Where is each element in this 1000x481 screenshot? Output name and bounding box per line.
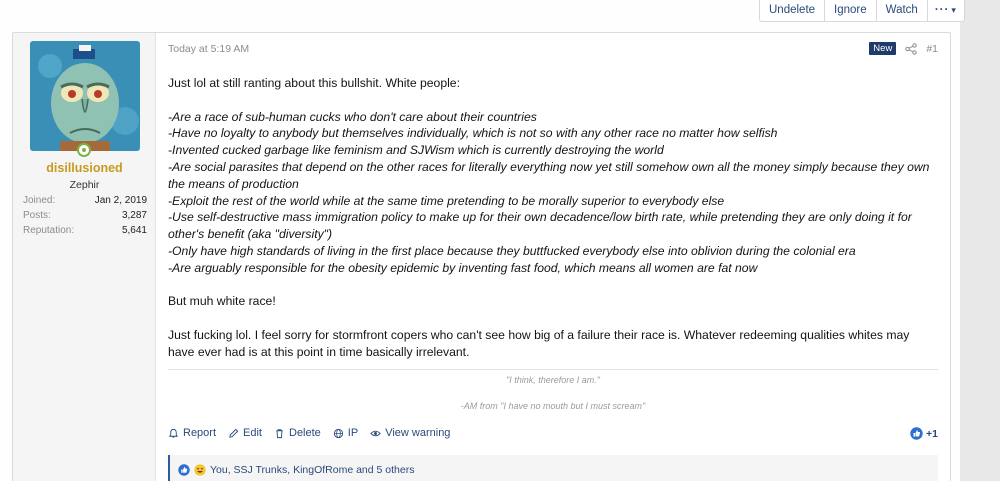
report-button[interactable]: Report [168,427,216,439]
trash-icon [276,428,283,438]
username[interactable]: disillusioned [13,161,156,175]
new-badge: New [869,42,897,55]
stat-reputation: Reputation: 5,641 [23,223,147,238]
list-item: -Use self-destructive mass immigration p… [168,210,912,242]
post-content: Today at 5:19 AM New #1 Just lol at stil… [168,33,938,481]
edit-button[interactable]: Edit [228,427,262,439]
post-actions: Report Edit Delete IP View warning [168,427,450,439]
stat-value: Jan 2, 2019 [94,195,147,206]
delete-button[interactable]: Delete [274,427,321,439]
list-item: -Have no loyalty to anybody but themselv… [168,126,778,141]
online-status-icon [77,143,91,157]
stat-value: 3,287 [121,210,147,221]
edit-label: Edit [243,427,262,439]
score-value: +1 [926,427,938,440]
stat-label: Joined: [23,195,56,206]
laugh-reaction-icon [194,464,206,476]
reaction-score[interactable]: +1 [910,427,938,440]
ip-button[interactable]: IP [333,427,358,439]
watch-button[interactable]: Watch [877,0,928,21]
thread-action-bar: Undelete Ignore Watch ··· ▾ [759,0,965,22]
user-info-column: disillusioned Zephir Joined: Jan 2, 2019… [13,33,156,481]
stat-label: Reputation: [23,225,75,236]
like-reaction-icon [178,464,190,476]
post-number-link[interactable]: #1 [926,43,938,55]
view-warning-label: View warning [385,427,451,439]
list-item: -Invented cucked garbage like feminism a… [168,143,664,158]
share-icon[interactable] [905,42,918,55]
list-item: -Are a race of sub-human cucks who don't… [168,109,537,124]
stat-posts: Posts: 3,287 [23,208,147,223]
post-list: -Are a race of sub-human cucks who don't… [168,109,938,277]
report-label: Report [183,427,217,439]
reactions-text: You, SSJ Trunks, KingOfRome and 5 others [210,464,415,476]
stat-label: Posts: [23,210,51,221]
user-stats: Joined: Jan 2, 2019 Posts: 3,287 Reputat… [23,193,147,238]
list-item: -Only have high standards of living in t… [168,243,856,258]
reactions-bar[interactable]: You, SSJ Trunks, KingOfRome and 5 others [168,455,938,481]
post-line: But muh white race! [168,294,276,309]
bell-icon [168,428,179,438]
post-date-link[interactable]: Today at 5:19 AM [168,43,249,55]
post-line: Just fucking lol. I feel sorry for storm… [168,327,910,359]
delete-label: Delete [289,427,321,439]
list-item: -Are social parasites that depend on the… [168,159,930,191]
stat-value: 5,641 [121,225,147,236]
avatar[interactable] [30,41,140,151]
ignore-button[interactable]: Ignore [825,0,877,21]
globe-icon [333,428,343,438]
pencil-icon [229,428,239,438]
page-gutter [960,0,1000,481]
post-message: disillusioned Zephir Joined: Jan 2, 2019… [12,32,951,481]
user-title: Zephir [69,179,100,191]
more-dots: ··· [934,4,950,16]
view-warning-button[interactable]: View warning [370,427,450,439]
like-icon [910,427,923,440]
ip-label: IP [347,427,359,439]
stat-joined: Joined: Jan 2, 2019 [23,193,147,208]
eye-icon [370,430,381,436]
list-item: -Are arguably responsible for the obesit… [168,260,758,275]
post-intro: Just lol at still ranting about this bul… [168,76,460,90]
signature-line: "I think, therefore I am." [506,375,600,385]
more-options-button[interactable]: ··· ▾ [928,0,964,21]
signature-divider [168,369,938,370]
post-body: Just lol at still ranting about this bul… [168,75,938,377]
undelete-button[interactable]: Undelete [760,0,826,21]
list-item: -Exploit the rest of the world while at … [168,193,725,208]
signature-line: -AM from "I have no mouth but I must scr… [460,401,646,411]
post-meta: New #1 [869,42,938,55]
caret-down-icon: ▾ [951,5,957,15]
